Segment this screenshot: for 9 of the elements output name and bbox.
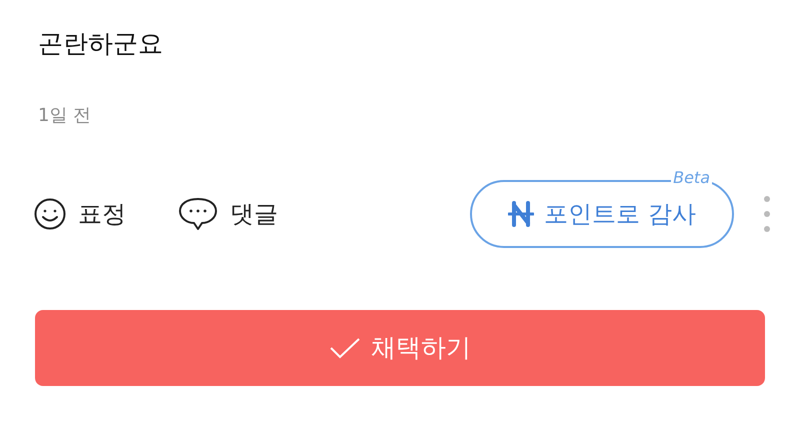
n-coin-icon bbox=[508, 200, 534, 228]
checkmark-icon bbox=[329, 336, 361, 360]
reaction-button[interactable]: 표정 bbox=[34, 196, 126, 232]
timestamp: 1일 전 bbox=[38, 104, 92, 128]
smiley-icon bbox=[34, 198, 66, 230]
speech-bubble-icon bbox=[178, 196, 218, 232]
comment-button[interactable]: 댓글 bbox=[178, 196, 278, 232]
answer-text: 곤란하군요 bbox=[38, 28, 164, 60]
more-options-icon[interactable] bbox=[764, 195, 770, 233]
